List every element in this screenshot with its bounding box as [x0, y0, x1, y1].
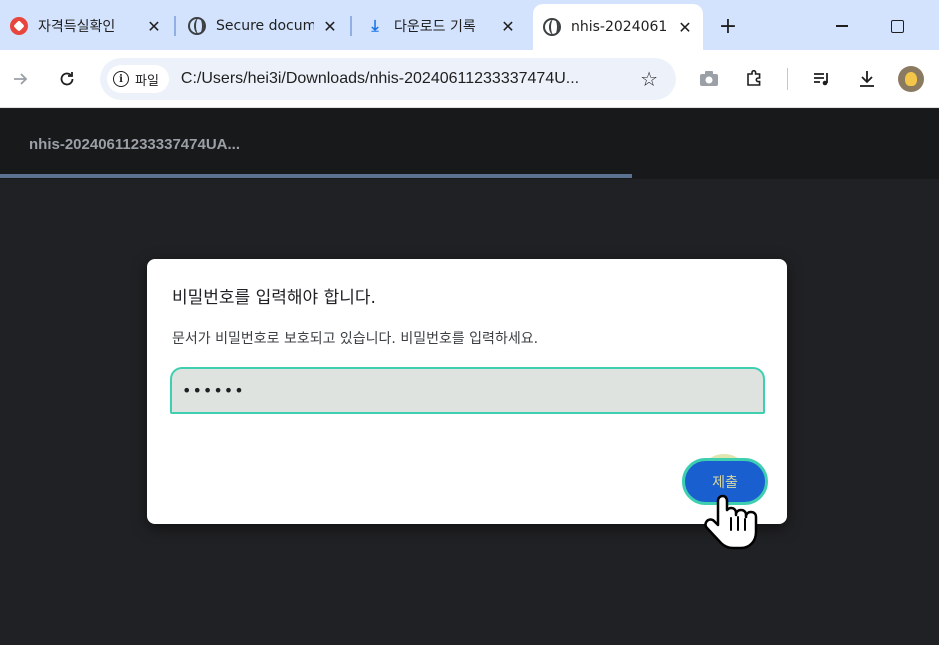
submit-label: 제출 — [712, 474, 738, 491]
dialog-message: 문서가 비밀번호로 보호되고 있습니다. 비밀번호를 입력하세요. — [172, 331, 539, 347]
tab-title: nhis-20240611 — [571, 19, 669, 35]
tab-separator — [174, 16, 176, 36]
url-text[interactable]: C:/Users/hei3i/Downloads/nhis-2024061123… — [181, 70, 579, 88]
site-chip-label: 파일 — [135, 73, 159, 89]
load-progress-fill — [0, 174, 632, 178]
maximize-button[interactable] — [885, 14, 909, 38]
close-icon[interactable]: ✕ — [146, 17, 162, 36]
new-tab-button[interactable]: + — [716, 14, 740, 39]
globe-icon — [543, 18, 561, 36]
download-icon: ⤓ — [371, 16, 379, 35]
tab-title: Secure docum — [216, 18, 314, 34]
tab-title: 자격득실확인 — [38, 19, 116, 35]
close-icon[interactable]: ✕ — [500, 17, 516, 36]
info-icon: i — [113, 71, 129, 87]
camera-icon — [700, 71, 718, 86]
tab-separator — [350, 16, 352, 36]
hand-pointer-cursor-icon — [704, 494, 758, 550]
tab-4-active[interactable]: nhis-20240611 ✕ — [533, 4, 703, 50]
load-progress-bar — [0, 174, 939, 179]
password-input[interactable]: •••••• — [170, 367, 765, 414]
pdf-viewer-header: nhis-20240611233337474UA... — [0, 109, 939, 179]
profile-avatar[interactable] — [898, 66, 924, 92]
download-icon — [860, 71, 874, 87]
password-dialog: 비밀번호를 입력해야 합니다. 문서가 비밀번호로 보호되고 있습니다. 비밀번… — [147, 259, 787, 524]
browser-toolbar: i 파일 C:/Users/hei3i/Downloads/nhis-20240… — [0, 50, 939, 108]
downloads-button[interactable] — [853, 65, 881, 93]
close-icon[interactable]: ✕ — [677, 18, 693, 37]
tab-3[interactable]: ⤓ 다운로드 기록 ✕ — [356, 8, 526, 44]
site-info-chip[interactable]: i 파일 — [107, 65, 169, 93]
pdf-title: nhis-20240611233337474UA... — [29, 136, 240, 153]
heart-favicon-icon — [10, 17, 28, 35]
toolbar-divider — [787, 68, 788, 90]
tab-2[interactable]: Secure docum ✕ — [178, 8, 348, 44]
minimize-button[interactable] — [830, 14, 854, 38]
forward-button[interactable] — [7, 65, 35, 93]
reload-icon — [60, 72, 74, 86]
tab-1[interactable]: 자격득실확인 ✕ — [0, 8, 172, 44]
media-control-button[interactable] — [808, 65, 836, 93]
arrow-right-icon — [14, 73, 28, 85]
puzzle-icon — [747, 69, 761, 86]
extensions-button[interactable] — [740, 65, 768, 93]
globe-icon — [188, 17, 206, 35]
camera-extension-button[interactable] — [695, 65, 723, 93]
playlist-icon — [814, 73, 828, 86]
dialog-title: 비밀번호를 입력해야 합니다. — [172, 288, 376, 308]
address-bar[interactable]: i 파일 C:/Users/hei3i/Downloads/nhis-20240… — [100, 58, 676, 100]
tab-title: 다운로드 기록 — [394, 19, 476, 35]
reload-button[interactable] — [53, 65, 81, 93]
tab-strip: 자격득실확인 ✕ Secure docum ✕ ⤓ 다운로드 기록 ✕ nhis… — [0, 0, 939, 50]
bookmark-star-icon[interactable]: ☆ — [640, 67, 658, 91]
close-icon[interactable]: ✕ — [322, 17, 338, 36]
